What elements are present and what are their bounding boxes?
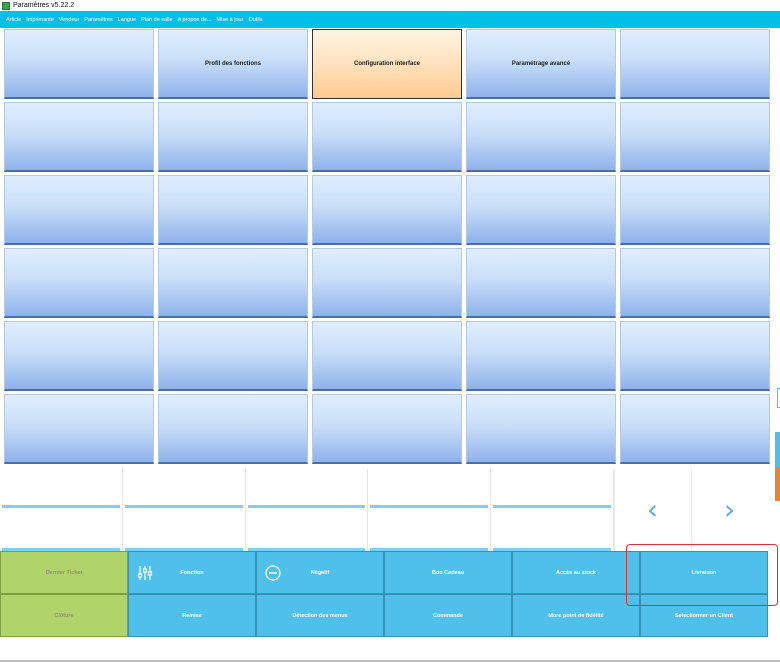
grid-cell-profil-des-fonctions[interactable]: Profil des fonctions — [158, 29, 308, 99]
button-label: Dernier Ticket — [45, 569, 83, 576]
grid-cell-empty[interactable] — [466, 321, 616, 391]
edge-panel-orange[interactable] — [775, 467, 780, 501]
window-title: Paramètres v5.22.2 — [13, 2, 75, 9]
commande-button[interactable]: Commande — [384, 594, 512, 637]
menu-item-langue[interactable]: Langue — [118, 17, 136, 23]
grid-cell-label: Configuration interface — [353, 61, 420, 67]
button-label: Clôture — [54, 612, 74, 619]
chevron-left-icon: ‹ — [646, 493, 659, 526]
button-label: Remise — [182, 612, 202, 619]
grid-cell-empty[interactable] — [312, 248, 462, 318]
tab-line — [247, 505, 366, 508]
grid-cell-empty[interactable] — [312, 175, 462, 245]
button-label: Négatif — [310, 569, 330, 576]
bon-cadeau-button[interactable]: Bon Cadeau — [384, 551, 512, 594]
livraison-button[interactable]: Livraison — [640, 551, 768, 594]
app-window: Paramètres v5.22.2 Article Imprimante Ve… — [0, 0, 780, 662]
page-tab[interactable] — [368, 469, 492, 551]
remise-button[interactable]: Remise — [128, 594, 256, 637]
selectionner-client-button[interactable]: Selectionner un Client — [640, 594, 768, 637]
grid-cell-empty[interactable] — [466, 394, 616, 464]
grid-cell-empty[interactable] — [158, 175, 308, 245]
menu-bar: Article Imprimante Vendeur Paramètres La… — [0, 11, 780, 28]
grid-cell-empty[interactable] — [620, 102, 770, 172]
minus-circle-icon — [265, 564, 281, 581]
grid-cell-empty[interactable] — [158, 248, 308, 318]
page-tab[interactable] — [491, 469, 614, 551]
grid-cell-empty[interactable] — [466, 175, 616, 245]
acces-stock-button[interactable]: Accès au stock — [512, 551, 640, 594]
grid-cell-empty[interactable] — [158, 394, 308, 464]
cloture-button[interactable]: Clôture — [0, 594, 128, 637]
grid-cell-param-trage-avanc-[interactable]: Paramétrage avancé — [466, 29, 616, 99]
tab-line — [124, 505, 243, 508]
button-label: Détection des menus — [292, 612, 348, 619]
grid-cell-empty[interactable] — [620, 321, 770, 391]
menu-item-plan-de-salle[interactable]: Plan de salle — [141, 17, 173, 23]
settings-grid: Profil des fonctions Configuration interf… — [4, 29, 770, 469]
tab-line — [2, 505, 120, 508]
grid-cell-empty[interactable] — [4, 29, 154, 99]
grid-cell-empty[interactable] — [4, 321, 154, 391]
sliders-icon — [137, 565, 153, 580]
grid-cell-empty[interactable] — [312, 102, 462, 172]
menu-item-imprimante[interactable]: Imprimante — [26, 17, 54, 23]
menu-item-vendeur[interactable]: Vendeur — [59, 17, 80, 23]
grid-cell-empty[interactable] — [620, 394, 770, 464]
page-tab[interactable] — [123, 469, 246, 551]
menu-item-parametres[interactable]: Paramètres — [84, 17, 112, 23]
grid-cell-empty[interactable] — [466, 102, 616, 172]
detection-menus-button[interactable]: Détection des menus — [256, 594, 384, 637]
grid-cell-empty[interactable] — [466, 248, 616, 318]
point-fidelite-button[interactable]: More point de fidélité — [512, 594, 640, 637]
grid-cell-empty[interactable] — [620, 29, 770, 99]
button-label: More point de fidélité — [548, 612, 604, 619]
grid-cell-empty[interactable] — [4, 102, 154, 172]
tab-line — [493, 505, 611, 508]
button-label: Bon Cadeau — [431, 569, 465, 576]
grid-cell-empty[interactable] — [158, 321, 308, 391]
menu-item-outils[interactable]: Outils — [248, 17, 262, 23]
button-label: Fonction — [180, 569, 204, 576]
button-label: Accès au stock — [555, 569, 597, 576]
page-tab[interactable] — [246, 469, 369, 551]
grid-cell-empty[interactable] — [4, 248, 154, 318]
tab-line — [370, 505, 489, 508]
grid-cell-label: Profil des fonctions — [204, 60, 261, 67]
title-bar: Paramètres v5.22.2 — [0, 0, 780, 11]
page-tab[interactable] — [0, 469, 123, 551]
menu-item-article[interactable]: Article — [6, 17, 21, 23]
button-label: Commande — [433, 612, 463, 619]
edge-panel-blue[interactable] — [775, 432, 780, 467]
menu-item-mise-a-jour[interactable]: Mise à jour — [217, 17, 244, 23]
grid-cell-empty[interactable] — [620, 175, 770, 245]
negatif-button[interactable]: Négatif — [256, 551, 384, 594]
page-tabs — [0, 469, 614, 551]
previous-page-button[interactable]: ‹ — [614, 469, 690, 551]
fonction-button[interactable]: Fonction — [128, 551, 256, 594]
next-page-button[interactable]: › — [691, 469, 767, 551]
chevron-right-icon: › — [723, 493, 736, 526]
grid-cell-empty[interactable] — [158, 102, 308, 172]
grid-cell-empty[interactable] — [4, 394, 154, 464]
grid-cell-configuration-interface[interactable]: Configuration interface — [312, 29, 462, 99]
button-label: Selectionner un Client — [674, 612, 734, 619]
grid-cell-empty[interactable] — [312, 321, 462, 391]
dernier-ticket-button[interactable]: Dernier Ticket — [0, 551, 128, 594]
grid-cell-empty[interactable] — [4, 175, 154, 245]
button-label: Livraison — [691, 569, 717, 576]
menu-item-a-propos[interactable]: A propos de... — [178, 17, 212, 23]
grid-cell-label: Paramétrage avancé — [511, 60, 571, 67]
function-bar: Dernier Ticket Fonction Négatif Bon Cade… — [0, 551, 768, 637]
grid-cell-empty[interactable] — [620, 248, 770, 318]
grid-cell-empty[interactable] — [312, 394, 462, 464]
app-icon — [2, 1, 10, 10]
